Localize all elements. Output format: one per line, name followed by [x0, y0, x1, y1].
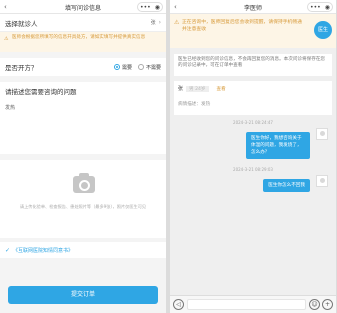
voice-icon[interactable]: ◁	[173, 299, 184, 310]
message-bubble[interactable]: 医生你怎么不回我	[263, 179, 310, 192]
agreement-row[interactable]: ✓ 《互联网医院知情同意书》	[0, 242, 166, 258]
close-icon[interactable]: ◉	[155, 4, 160, 11]
close-icon[interactable]: ◉	[325, 4, 330, 11]
plus-icon[interactable]: +	[322, 299, 333, 310]
message-timestamp: 2024-3-21 08:24:47	[233, 120, 273, 125]
chat-screen: ‹ 李医师 ••• ◉ ⚠ 正在咨询中，医师回复后您会收到提醒，请保持手机畅通并…	[170, 0, 336, 313]
warning-text: 医师会根据您所填写的信息开具处方，请如实填写并提供真实信息	[12, 35, 146, 40]
card-patient-name: 张	[178, 86, 184, 92]
prescription-label: 是否开方？	[5, 64, 38, 72]
radio-no-need[interactable]: 不需要	[137, 64, 161, 71]
prescription-row: 是否开方？ 需要 不需要	[0, 58, 166, 76]
radio-need[interactable]: 需要	[113, 64, 132, 71]
chat-message: 医生你好，我想咨询关于体温的问题，我发烧了，怎么办？	[170, 128, 336, 162]
warning-icon: ⚠	[4, 36, 9, 42]
chat-message: 医生你怎么不回我	[170, 175, 336, 197]
more-icon[interactable]: •••	[310, 4, 321, 11]
user-avatar	[316, 175, 328, 187]
card-description: 病情描述：发热	[178, 102, 211, 107]
mini-program-capsule: ••• ◉	[307, 2, 333, 12]
left-topbar: ‹ 填写问诊信息 ••• ◉	[0, 0, 166, 14]
consult-notice: ⚠ 正在咨询中，医师回复后您会收到提醒，请保持手机畅通并注意查收	[170, 14, 336, 48]
radio-dot-icon	[137, 64, 144, 70]
notice-text: 正在咨询中，医师回复后您会收到提醒，请保持手机畅通并注意查收	[182, 20, 302, 32]
camera-icon[interactable]	[73, 173, 95, 193]
card-badge: 男 24岁	[186, 85, 209, 92]
question-heading: 请描述您需要咨询的问题	[5, 88, 77, 96]
user-avatar	[316, 128, 328, 140]
warning-icon: ⚠	[174, 19, 180, 26]
message-bubble[interactable]: 医生你好，我想咨询关于体温的问题，我发烧了，怎么办？	[246, 132, 310, 159]
patient-info-card[interactable]: 张 男 24岁 查看 病情描述：发热	[174, 81, 332, 115]
patient-selector[interactable]: 选择就诊人 张 ›	[0, 14, 166, 32]
patient-label: 选择就诊人	[5, 19, 38, 28]
consult-form-screen: ‹ 填写问诊信息 ••• ◉ 选择就诊人 张 › ⚠ 医师会根据您所填写的信息开…	[0, 0, 166, 313]
submit-button[interactable]: 提交订单	[8, 286, 158, 304]
emoji-icon[interactable]: ☺	[309, 299, 320, 310]
chevron-right-icon: ›	[158, 19, 161, 26]
checkmark-icon[interactable]: ✓	[5, 247, 10, 254]
chat-input-bar: ◁ ☺ +	[170, 295, 336, 313]
upload-tip: 请上传化验单、检查报告、患处照片等（最多9张），照片仅医生可见	[19, 204, 147, 209]
more-icon[interactable]: •••	[140, 4, 151, 11]
radio-need-label: 需要	[121, 64, 132, 71]
radio-dot-icon	[113, 64, 120, 70]
message-timestamp: 2024-3-21 08:29:03	[233, 167, 273, 172]
doctor-avatar[interactable]: 医生	[314, 21, 332, 39]
radio-no-need-label: 不需要	[145, 64, 161, 71]
question-answer: 发热	[5, 105, 16, 111]
card-view-link[interactable]: 查看	[217, 86, 226, 92]
info-warning: ⚠ 医师会根据您所填写的信息开具处方，请如实填写并提供真实信息	[0, 32, 166, 52]
photo-upload[interactable]: 请上传化验单、检查报告、患处照片等（最多9张），照片仅医生可见	[0, 160, 166, 238]
system-message: 医生已经收到您的问诊信息，不会再回复您的消息。本次问诊将保存在您的问诊记录中，可…	[174, 54, 332, 76]
question-textarea[interactable]: 请描述您需要咨询的问题 发热	[0, 82, 166, 154]
patient-value: 张	[150, 20, 156, 26]
mini-program-capsule: ••• ◉	[137, 2, 163, 12]
agreement-link[interactable]: 《互联网医院知情同意书》	[13, 247, 73, 254]
message-input[interactable]	[187, 299, 306, 310]
right-topbar: ‹ 李医师 ••• ◉	[170, 0, 336, 14]
